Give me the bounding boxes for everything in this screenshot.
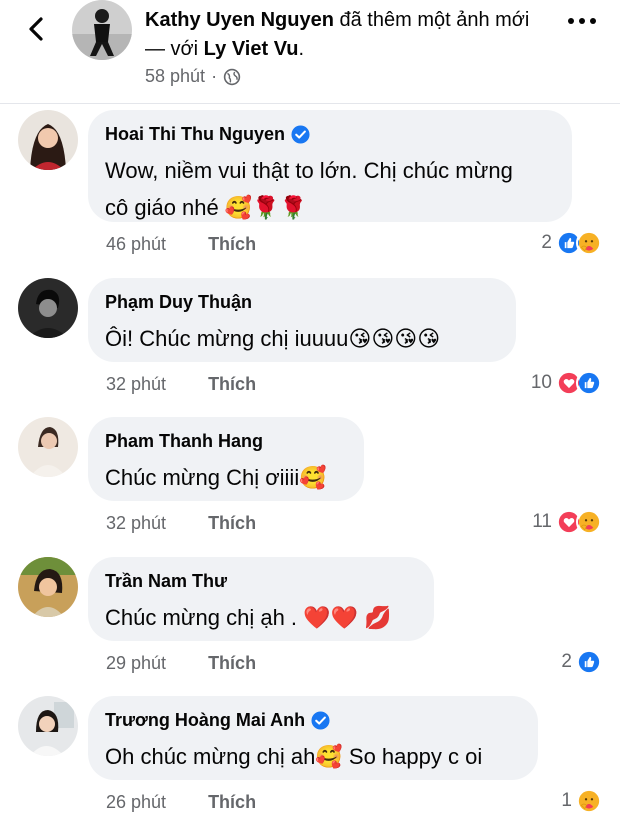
comment-text: Chúc mừng Chị ơiiii🥰 <box>105 459 346 496</box>
comment-time[interactable]: 32 phút <box>106 513 166 534</box>
like-button[interactable]: Thích <box>208 792 256 813</box>
commenter-name[interactable]: Trương Hoàng Mai Anh <box>105 708 520 732</box>
more-options-button[interactable] <box>568 18 596 24</box>
meta-separator: · <box>211 66 218 86</box>
more-dot <box>568 18 574 24</box>
comment-bubble[interactable]: Trần Nam Thư Chúc mừng chị ạh . ❤️❤️ 💋 <box>88 557 434 641</box>
comment-text-line: Ôi! Chúc mừng chị iuuuu😘😘😘😘 <box>105 326 441 351</box>
post-header: Kathy Uyen Nguyen đã thêm một ảnh mới — … <box>0 0 620 104</box>
like-button[interactable]: Thích <box>208 234 256 255</box>
comment-actions: 32 phút Thích <box>106 374 256 395</box>
back-button[interactable] <box>22 14 52 44</box>
commenter-name-text[interactable]: Trương Hoàng Mai Anh <box>105 710 305 731</box>
globe-icon <box>223 68 241 85</box>
post-meta: 58 phút · <box>145 66 241 87</box>
chevron-left-icon <box>29 17 43 41</box>
reaction-summary[interactable]: 1 <box>561 788 602 814</box>
author-avatar[interactable] <box>72 0 132 60</box>
reaction-count: 10 <box>530 372 552 393</box>
comment-text: Oh chúc mừng chị ah🥰 So happy c oi <box>105 738 520 775</box>
like-button[interactable]: Thích <box>208 513 256 534</box>
reaction-count: 2 <box>541 232 552 253</box>
commenter-name-text[interactable]: Hoai Thi Thu Nguyen <box>105 124 285 145</box>
verified-badge-icon <box>291 124 310 144</box>
commenter-name-text[interactable]: Pham Thanh Hang <box>105 431 263 452</box>
reaction-count: 2 <box>561 651 572 672</box>
comment-text-line: Wow, niềm vui thật to lớn. Chị chúc mừng <box>105 158 513 183</box>
care-reaction-icon <box>576 788 602 814</box>
like-button[interactable]: Thích <box>208 374 256 395</box>
comment-bubble[interactable]: Trương Hoàng Mai Anh Oh chúc mừng chị ah… <box>88 696 538 780</box>
like-button[interactable]: Thích <box>208 653 256 674</box>
comment-text-line: Oh chúc mừng chị ah🥰 So happy c oi <box>105 744 483 769</box>
comment-actions: 46 phút Thích <box>106 234 256 255</box>
commenter-name-text[interactable]: Phạm Duy Thuận <box>105 292 252 313</box>
reaction-count: 1 <box>561 790 572 811</box>
commenter-name[interactable]: Hoai Thi Thu Nguyen <box>105 122 554 146</box>
commenter-avatar[interactable] <box>18 417 78 477</box>
comment-text: Wow, niềm vui thật to lớn. Chị chúc mừng… <box>105 152 554 226</box>
end-punct: . <box>298 38 305 60</box>
post-time[interactable]: 58 phút <box>145 66 205 87</box>
comment-bubble[interactable]: Pham Thanh Hang Chúc mừng Chị ơiiii🥰 <box>88 417 364 501</box>
comment-time[interactable]: 26 phút <box>106 792 166 813</box>
reaction-count: 11 <box>532 511 552 532</box>
commenter-name[interactable]: Trần Nam Thư <box>105 569 416 593</box>
more-dot <box>590 18 596 24</box>
comment-text-line: cô giáo nhé 🥰🌹🌹 <box>105 195 308 220</box>
reaction-summary[interactable]: 2 <box>541 230 602 256</box>
comment-text-line: Chúc mừng chị ạh . ❤️❤️ 💋 <box>105 605 392 630</box>
comment-text: Ôi! Chúc mừng chị iuuuu😘😘😘😘 <box>105 320 498 357</box>
commenter-name[interactable]: Phạm Duy Thuận <box>105 290 498 314</box>
more-dot <box>579 18 585 24</box>
care-reaction-icon <box>576 230 602 256</box>
comment-text-line: Chúc mừng Chị ơiiii🥰 <box>105 465 327 490</box>
comment-bubble[interactable]: Hoai Thi Thu Nguyen Wow, niềm vui thật t… <box>88 110 572 222</box>
like-reaction-icon <box>576 649 602 675</box>
reaction-summary[interactable]: 2 <box>561 649 602 675</box>
comment-time[interactable]: 32 phút <box>106 374 166 395</box>
reaction-summary[interactable]: 10 <box>531 370 602 396</box>
comment-bubble[interactable]: Phạm Duy Thuận Ôi! Chúc mừng chị iuuuu😘😘… <box>88 278 516 362</box>
author-name[interactable]: Kathy Uyen Nguyen <box>145 9 334 31</box>
care-reaction-icon <box>576 509 602 535</box>
comment-time[interactable]: 29 phút <box>106 653 166 674</box>
like-reaction-icon <box>576 370 602 396</box>
commenter-name[interactable]: Pham Thanh Hang <box>105 429 346 453</box>
commenter-avatar[interactable] <box>18 557 78 617</box>
commenter-avatar[interactable] <box>18 110 78 170</box>
verified-badge-icon <box>311 710 330 730</box>
comment-text: Chúc mừng chị ạh . ❤️❤️ 💋 <box>105 599 416 636</box>
reaction-summary[interactable]: 11 <box>532 509 602 535</box>
comment-actions: 32 phút Thích <box>106 513 256 534</box>
comment-actions: 29 phút Thích <box>106 653 256 674</box>
commenter-avatar[interactable] <box>18 696 78 756</box>
commenter-avatar[interactable] <box>18 278 78 338</box>
comment-time[interactable]: 46 phút <box>106 234 166 255</box>
post-title: Kathy Uyen Nguyen đã thêm một ảnh mới — … <box>145 6 535 64</box>
commenter-name-text[interactable]: Trần Nam Thư <box>105 571 227 592</box>
tagged-name[interactable]: Ly Viet Vu <box>204 38 299 60</box>
comment-actions: 26 phút Thích <box>106 792 256 813</box>
